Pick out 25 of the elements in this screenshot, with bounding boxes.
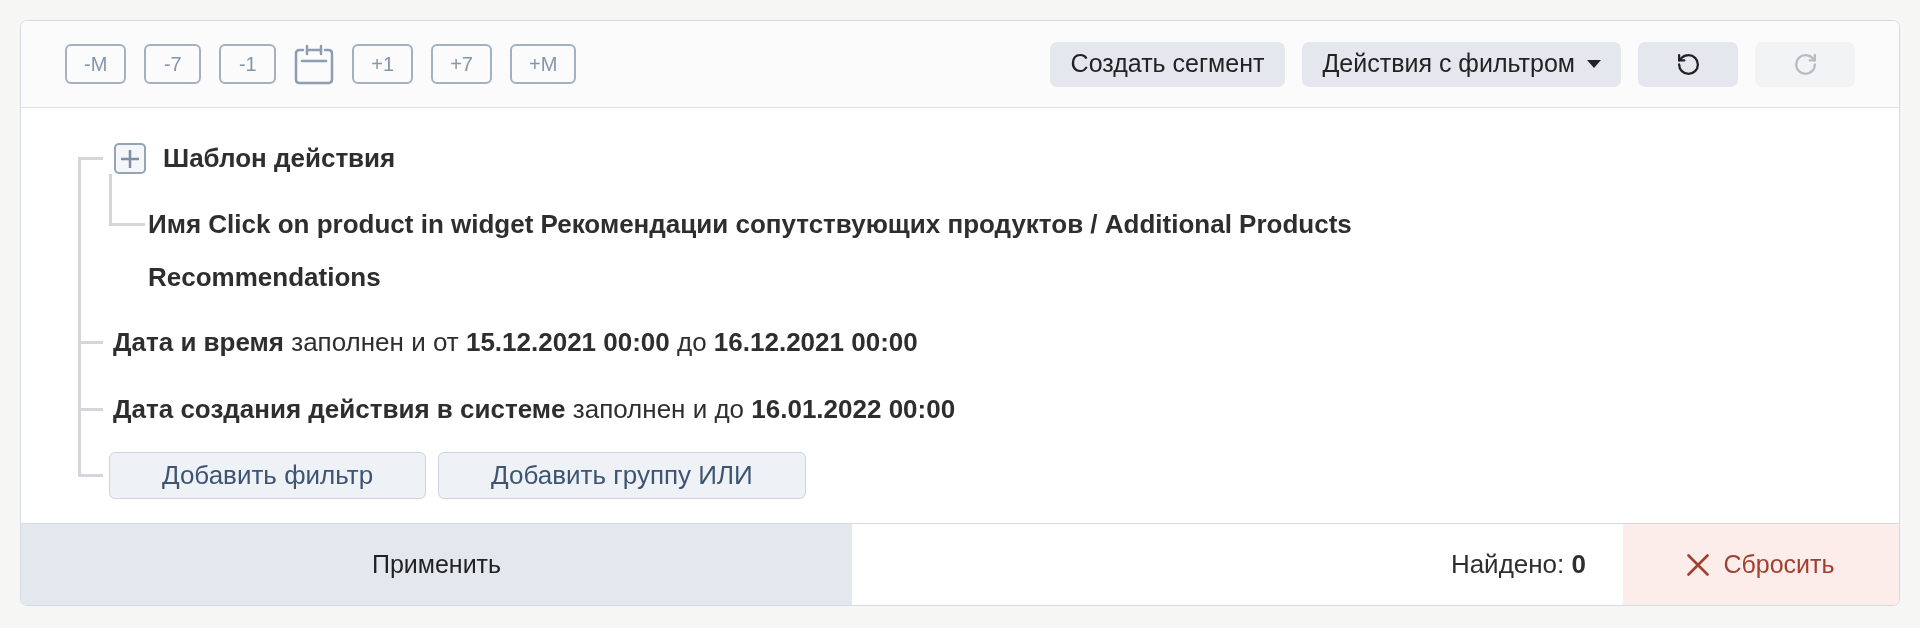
caret-down-icon: [1587, 60, 1601, 68]
filter-actions-dropdown[interactable]: Действия с фильтром: [1302, 41, 1621, 87]
plus-icon: [121, 149, 139, 168]
calendar-icon: [294, 43, 335, 85]
found-count-text: Найдено: 0: [1450, 548, 1586, 581]
group-title: Шаблон действия: [163, 142, 396, 175]
add-filter-button[interactable]: Добавить фильтр: [109, 452, 427, 499]
create-segment-button[interactable]: Создать сегмент: [1049, 41, 1286, 87]
date-shift-button[interactable]: +1: [352, 44, 414, 84]
redo-icon: [1792, 51, 1818, 77]
date-shift-button[interactable]: +M: [509, 44, 577, 84]
undo-button[interactable]: [1638, 41, 1738, 87]
apply-button[interactable]: Применить: [21, 524, 852, 605]
condition-text: Дата создания действия в системе заполнен и до 16.01.2022 00:00: [113, 393, 956, 426]
date-shift-button[interactable]: +7: [431, 44, 492, 84]
add-condition-button[interactable]: [114, 143, 146, 174]
add-filter-button[interactable]: Добавить группу ИЛИ: [438, 452, 806, 499]
condition-text: Дата и время заполнен и от 15.12.2021 00:00 до 16.12.2021 00:00: [113, 326, 918, 359]
cross-icon: [1687, 553, 1710, 576]
calendar-button[interactable]: [294, 43, 335, 85]
date-shift-button[interactable]: -M: [65, 44, 127, 84]
undo-icon: [1675, 51, 1701, 77]
date-shift-button[interactable]: -1: [219, 44, 277, 84]
date-shift-button[interactable]: -7: [144, 44, 202, 84]
reset-button[interactable]: Сбросить: [1623, 524, 1899, 605]
